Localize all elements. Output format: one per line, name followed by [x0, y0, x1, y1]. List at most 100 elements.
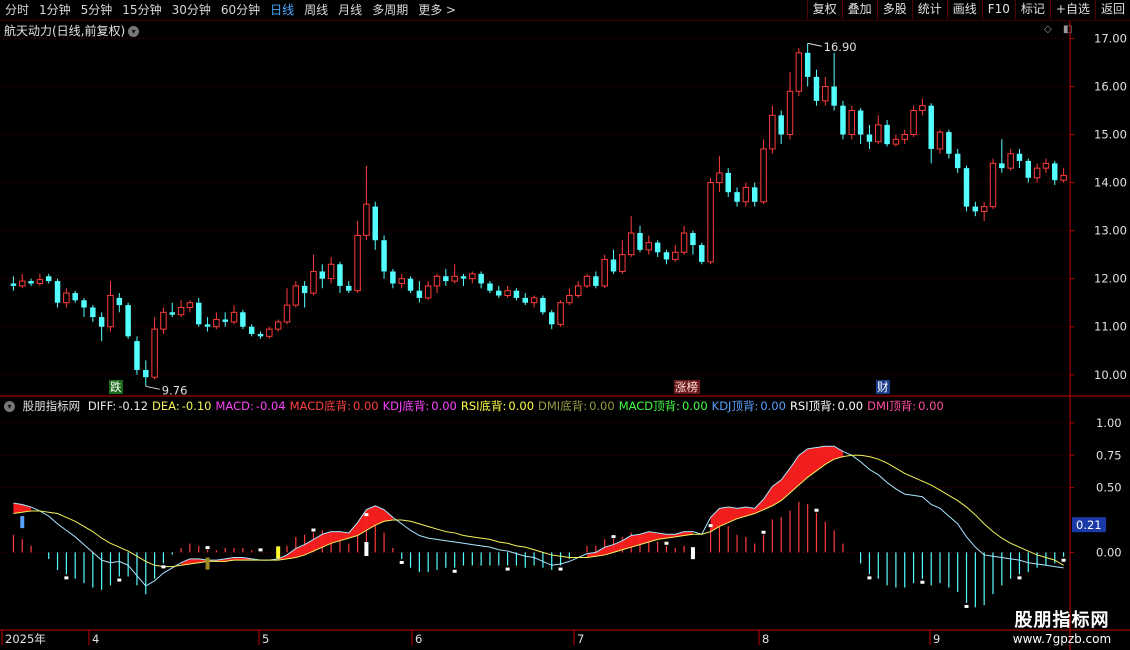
watermark: 股朋指标网 www.7gpzb.com: [996, 606, 1128, 646]
candle-body-down: [831, 86, 837, 106]
candle-body-up: [707, 182, 714, 263]
candle-body-down: [1052, 163, 1058, 181]
candle-body-up: [980, 206, 988, 212]
candle-body-down: [372, 206, 378, 241]
signal-block: [276, 546, 281, 559]
watermark-title: 股朋指标网: [1014, 610, 1110, 631]
macd-red-fill: [710, 446, 843, 532]
high-price-label: 16.90: [824, 40, 857, 54]
candle-body-up: [354, 234, 361, 292]
kline-chart[interactable]: 17.00 16.00 15.00 14.00 13.00 12.00 11.00 10.00…: [0, 0, 1130, 650]
candle-body-up: [327, 263, 335, 280]
candle-body-up: [36, 279, 44, 284]
candle-body-up: [107, 294, 114, 328]
candle-body-up: [292, 285, 300, 306]
candle-body-down: [81, 300, 87, 308]
candle-body-up: [1060, 174, 1067, 181]
candle-body-up: [875, 124, 882, 143]
candle-body-down: [90, 307, 96, 318]
candle-body-down: [125, 305, 131, 337]
candle-body-down: [884, 124, 890, 145]
candle-body-down: [734, 192, 740, 202]
candle-body-down: [840, 105, 846, 135]
candle-body-up: [601, 258, 608, 287]
candle-body-down: [478, 273, 484, 284]
signal-dot: [664, 541, 669, 545]
candle-body-up: [583, 275, 591, 287]
candle-body-up: [848, 109, 856, 136]
candle-body-down: [222, 319, 228, 322]
candle-body-down: [346, 285, 352, 291]
indicator-tick-label: 0.50: [1096, 481, 1122, 495]
signal-dot: [1061, 558, 1066, 562]
candle-body-down: [390, 271, 396, 284]
candle-body-down: [593, 276, 599, 286]
signal-block: [364, 542, 369, 556]
time-axis-label: 6: [415, 632, 422, 646]
signal-block: [20, 516, 25, 529]
candle-body-down: [813, 76, 820, 101]
signal-dot: [64, 576, 69, 580]
signal-dot: [1017, 576, 1022, 580]
price-tick-label: 12.00: [1094, 272, 1127, 286]
candle-body-down: [407, 278, 414, 291]
candle-body-down: [513, 290, 520, 298]
signal-dot: [558, 567, 563, 571]
candle-body-down: [972, 206, 979, 212]
candle-body-up: [310, 270, 317, 294]
candle-body-up: [530, 297, 538, 304]
signal-dot: [761, 530, 766, 534]
candle-body-up: [1007, 153, 1014, 169]
candle-body-down: [72, 293, 78, 301]
candle-body-down: [443, 276, 449, 282]
candle-body-up: [1042, 162, 1050, 169]
candle-body-down: [496, 290, 502, 296]
candle-body-down: [460, 276, 467, 279]
price-tick-label: 14.00: [1094, 176, 1127, 190]
candle-body-down: [540, 297, 546, 313]
candle-body-up: [795, 52, 803, 92]
candle-body-down: [134, 341, 140, 370]
candle-body-up: [160, 311, 167, 330]
indicator-tick-label: 0.00: [1096, 545, 1122, 559]
indicator-tick-label: 0.75: [1096, 448, 1122, 462]
candle-body-down: [522, 297, 528, 303]
time-axis-label: 9: [933, 632, 940, 646]
candle-body-up: [19, 280, 26, 287]
candle-body-up: [274, 321, 282, 330]
candle-body-up: [892, 138, 900, 145]
price-tick-label: 11.00: [1094, 320, 1127, 334]
low-price-label: 9.76: [162, 383, 188, 397]
high-pointer: [807, 42, 822, 47]
candle-body-down: [487, 283, 493, 291]
signal-block: [690, 547, 695, 560]
candle-body-down: [381, 240, 387, 272]
candle-body-up: [769, 114, 776, 150]
price-tick-label: 17.00: [1094, 31, 1127, 45]
candle-body-up: [989, 162, 997, 208]
candle-body-down: [549, 312, 555, 325]
candle-body-down: [946, 132, 952, 154]
candle-body-down: [98, 317, 105, 327]
signal-dot: [452, 569, 457, 573]
candle-body-down: [257, 333, 264, 337]
candle-body-up: [936, 131, 944, 150]
indicator-tick-label: 1.00: [1096, 416, 1122, 430]
candle-body-up: [619, 254, 626, 272]
time-axis-label: 7: [577, 632, 584, 646]
price-tick-label: 13.00: [1094, 224, 1127, 238]
candle-body-down: [196, 302, 202, 325]
signal-dot: [205, 546, 210, 550]
candle-body-up: [63, 292, 70, 304]
candle-body-up: [760, 148, 767, 203]
signal-dot: [708, 524, 713, 528]
time-axis-label: 5: [262, 632, 269, 646]
candle-body-up: [363, 203, 370, 236]
candle-body-up: [469, 273, 476, 280]
candle-body-up: [910, 109, 917, 136]
candle-body-down: [204, 324, 211, 327]
signal-dot: [505, 567, 510, 571]
signal-dot: [364, 513, 369, 517]
candle-body-down: [28, 281, 34, 284]
candle-body-up: [716, 172, 723, 184]
